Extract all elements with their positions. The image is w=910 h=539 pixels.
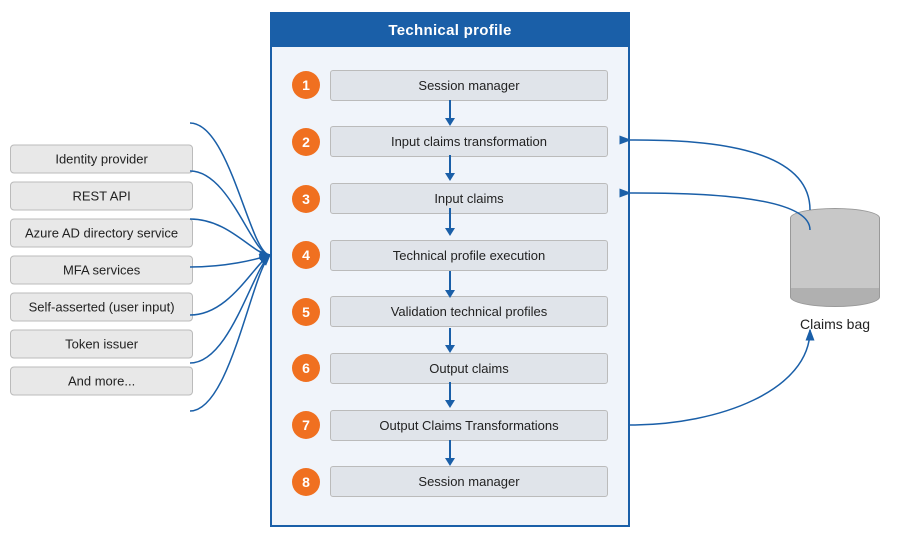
left-box-rest-api: REST API: [10, 181, 193, 210]
left-box-azure-ad: Azure AD directory service: [10, 218, 193, 247]
tp-steps: 1 Session manager 2 Input claims transforma…: [272, 47, 628, 520]
left-box-identity-provider: Identity provider: [10, 144, 193, 173]
step-box-1: Session manager: [330, 70, 608, 101]
diagram-container: Identity provider REST API Azure AD direct…: [0, 0, 910, 539]
step-box-2: Input claims transformation: [330, 126, 608, 157]
left-box-mfa-services: MFA services: [10, 255, 193, 284]
claims-bag-label: Claims bag: [800, 316, 870, 332]
step-number-8: 8: [292, 468, 320, 496]
left-box-token-issuer: Token issuer: [10, 329, 193, 358]
step-box-3: Input claims: [330, 183, 608, 214]
step-number-5: 5: [292, 298, 320, 326]
step-number-6: 6: [292, 354, 320, 382]
step-row-5: 5 Validation technical profiles: [292, 296, 608, 327]
tp-title: Technical profile: [388, 22, 511, 39]
step-row-1: 1 Session manager: [292, 70, 608, 101]
cylinder: [790, 208, 880, 307]
step-row-7: 7 Output Claims Transformations: [292, 410, 608, 441]
step-box-6: Output claims: [330, 353, 608, 384]
cylinder-body: [790, 218, 880, 288]
step-number-7: 7: [292, 411, 320, 439]
step-box-8: Session manager: [330, 466, 608, 497]
step-box-7: Output Claims Transformations: [330, 410, 608, 441]
step-number-4: 4: [292, 241, 320, 269]
step-row-3: 3 Input claims: [292, 183, 608, 214]
step-row-2: 2 Input claims transformation: [292, 126, 608, 157]
step-row-6: 6 Output claims: [292, 353, 608, 384]
left-box-self-asserted: Self-asserted (user input): [10, 292, 193, 321]
claims-bag: Claims bag: [790, 208, 880, 332]
left-box-and-more: And more...: [10, 366, 193, 395]
step-number-3: 3: [292, 185, 320, 213]
step-row-8: 8 Session manager: [292, 466, 608, 497]
step-number-1: 1: [292, 71, 320, 99]
step-box-4: Technical profile execution: [330, 240, 608, 271]
tp-header: Technical profile: [272, 14, 628, 47]
cylinder-bottom: [790, 287, 880, 307]
step-box-5: Validation technical profiles: [330, 296, 608, 327]
left-boxes: Identity provider REST API Azure AD direct…: [10, 144, 193, 395]
step-row-4: 4 Technical profile execution: [292, 240, 608, 271]
technical-profile-panel: Technical profile 1 Session manager 2 Input…: [270, 12, 630, 527]
step-number-2: 2: [292, 128, 320, 156]
